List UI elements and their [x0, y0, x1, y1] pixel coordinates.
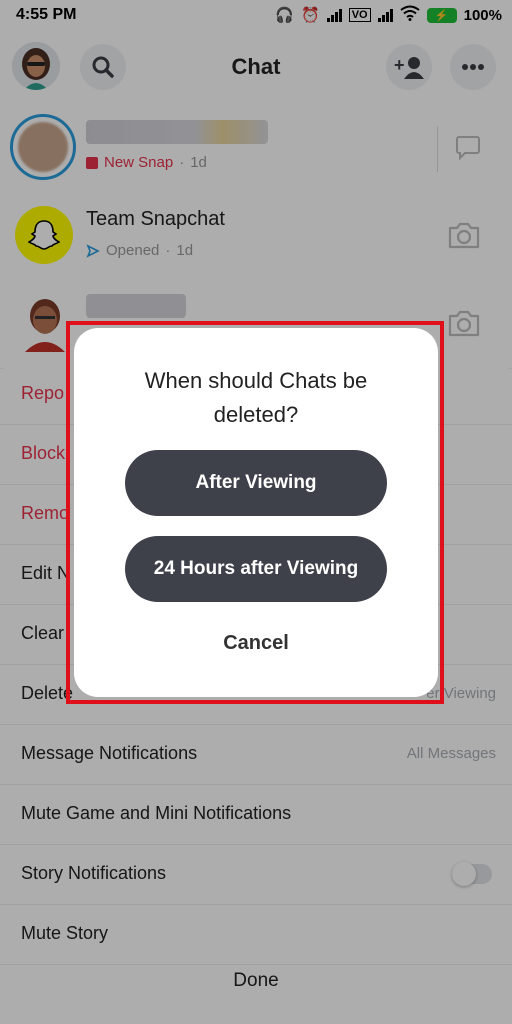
highlight-frame — [66, 321, 444, 704]
